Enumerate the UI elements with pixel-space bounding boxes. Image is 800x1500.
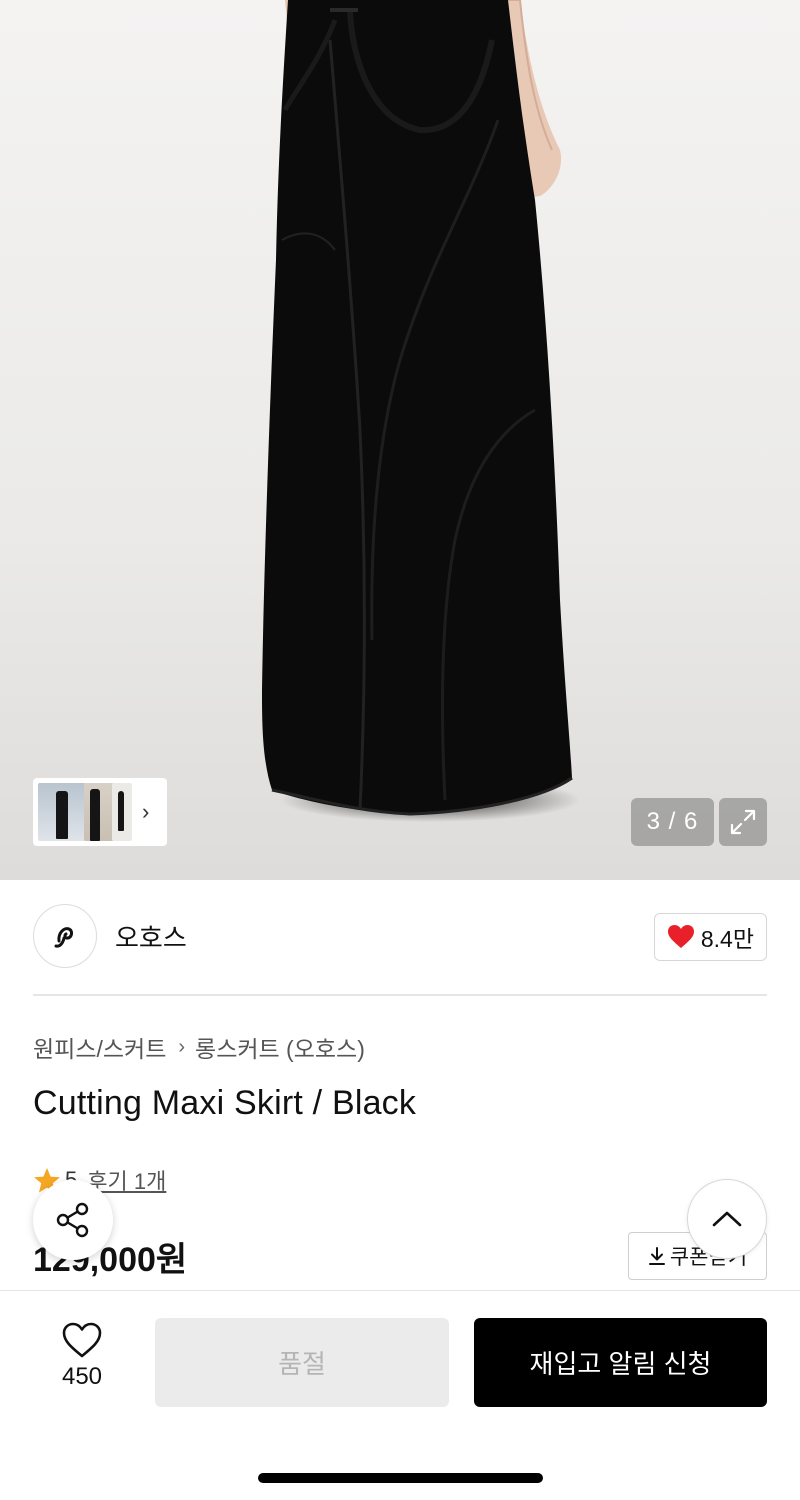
breadcrumb-category[interactable]: 원피스/스커트 [33, 1030, 166, 1064]
breadcrumb-subcategory[interactable]: 롱스커트 (오호스) [195, 1030, 365, 1064]
brand-logo-icon [54, 927, 73, 948]
chevron-right-icon: › [178, 1035, 186, 1058]
brand-like-count: 8.4만 [700, 926, 754, 952]
brand-logo[interactable] [33, 904, 97, 968]
brand-name[interactable]: 오호스 [115, 918, 187, 955]
share-icon [56, 1202, 89, 1238]
expand-button[interactable] [719, 798, 767, 846]
bottom-action-bar: 450 품절 재입고 알림 신청 [0, 1290, 800, 1500]
download-icon [648, 1247, 665, 1265]
brand-row[interactable]: 오호스 8.4만 [33, 904, 767, 968]
home-indicator [258, 1473, 543, 1483]
brand-like-button[interactable]: 8.4만 [653, 913, 767, 961]
heart-filled-icon [667, 925, 694, 948]
chevron-up-icon [712, 1211, 742, 1227]
thumbnail-1[interactable] [38, 783, 86, 841]
restock-alert-button[interactable]: 재입고 알림 신청 [474, 1318, 767, 1407]
product-image-gallery[interactable]: › 3 / 6 [0, 0, 800, 880]
soldout-button: 품절 [155, 1318, 449, 1407]
product-photo [262, 0, 580, 822]
divider [33, 994, 767, 996]
chevron-right-icon[interactable]: › [142, 801, 149, 823]
wish-count: 450 [61, 1363, 103, 1390]
thumbnail-strip[interactable]: › [33, 778, 167, 846]
share-button[interactable] [33, 1180, 113, 1260]
product-title: Cutting Maxi Skirt / Black [33, 1084, 417, 1122]
thumbnail-2[interactable] [84, 783, 114, 841]
thumbnail-3[interactable] [112, 783, 132, 841]
breadcrumb: 원피스/스커트 › 롱스커트 (오호스) [33, 1030, 365, 1064]
scroll-to-top-button[interactable] [687, 1179, 767, 1259]
heart-outline-icon [62, 1322, 102, 1358]
image-page-counter: 3 / 6 [631, 798, 714, 846]
wishlist-button[interactable]: 450 [40, 1321, 124, 1391]
expand-icon [730, 809, 756, 835]
